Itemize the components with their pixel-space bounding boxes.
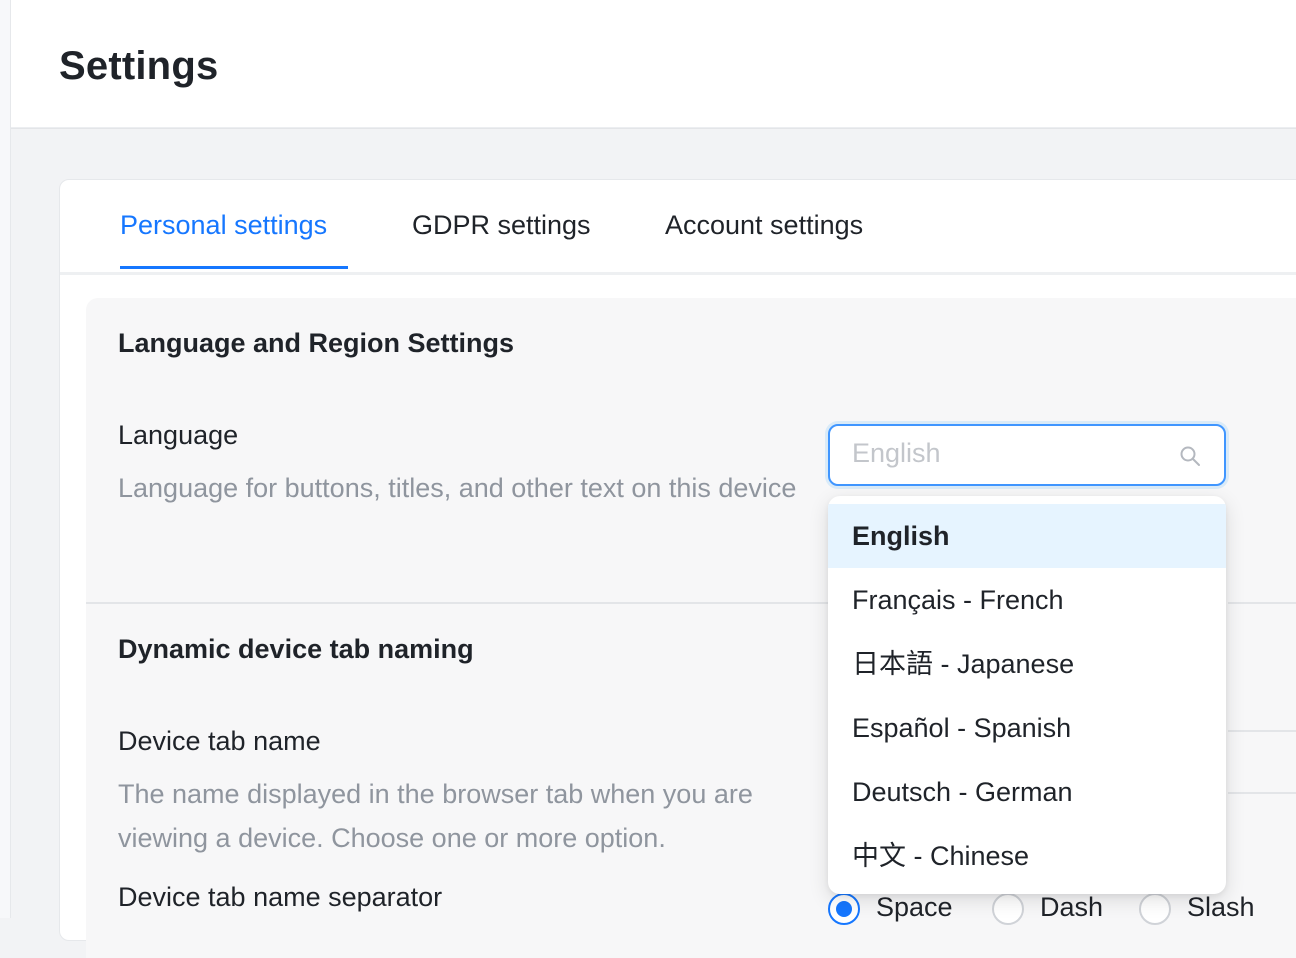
language-option-chinese[interactable]: 中文 - Chinese bbox=[828, 824, 1226, 888]
tab-account-settings[interactable]: Account settings bbox=[665, 210, 863, 263]
search-icon bbox=[1180, 446, 1200, 466]
radio-dash[interactable] bbox=[992, 893, 1024, 925]
language-option-french[interactable]: Français - French bbox=[828, 568, 1226, 632]
language-section-title: Language and Region Settings bbox=[118, 328, 515, 358]
language-select[interactable] bbox=[828, 424, 1226, 486]
separator-label: Device tab name separator bbox=[118, 882, 443, 912]
radio-slash-label[interactable]: Slash bbox=[1187, 892, 1255, 923]
language-dropdown: English Français - French 日本語 - Japanese… bbox=[828, 496, 1226, 894]
settings-tabs: Personal settings GDPR settings Account … bbox=[60, 180, 1296, 275]
language-option-japanese[interactable]: 日本語 - Japanese bbox=[828, 632, 1226, 696]
device-tab-section-title: Dynamic device tab naming bbox=[118, 634, 474, 664]
language-option-german[interactable]: Deutsch - German bbox=[828, 760, 1226, 824]
right-divider bbox=[1228, 730, 1296, 732]
left-rail bbox=[0, 0, 11, 918]
page-title: Settings bbox=[59, 44, 219, 88]
device-tab-name-description: The name displayed in the browser tab wh… bbox=[118, 779, 753, 853]
radio-space[interactable] bbox=[828, 893, 860, 925]
tab-gdpr-settings[interactable]: GDPR settings bbox=[412, 210, 591, 263]
right-divider bbox=[1228, 792, 1296, 794]
language-option-spanish[interactable]: Español - Spanish bbox=[828, 696, 1226, 760]
tab-personal-settings[interactable]: Personal settings bbox=[120, 210, 327, 263]
language-search-input[interactable] bbox=[852, 438, 1172, 469]
active-tab-indicator bbox=[120, 266, 348, 269]
radio-slash[interactable] bbox=[1139, 893, 1171, 925]
language-option-english[interactable]: English bbox=[828, 504, 1226, 568]
language-description: Language for buttons, titles, and other … bbox=[118, 473, 797, 503]
device-tab-name-label: Device tab name bbox=[118, 726, 321, 756]
section-divider bbox=[86, 602, 828, 604]
radio-dash-label[interactable]: Dash bbox=[1040, 892, 1103, 923]
page-header: Settings bbox=[11, 0, 1296, 129]
right-divider bbox=[1228, 602, 1296, 604]
language-label: Language bbox=[118, 420, 239, 450]
radio-space-label[interactable]: Space bbox=[876, 892, 953, 923]
